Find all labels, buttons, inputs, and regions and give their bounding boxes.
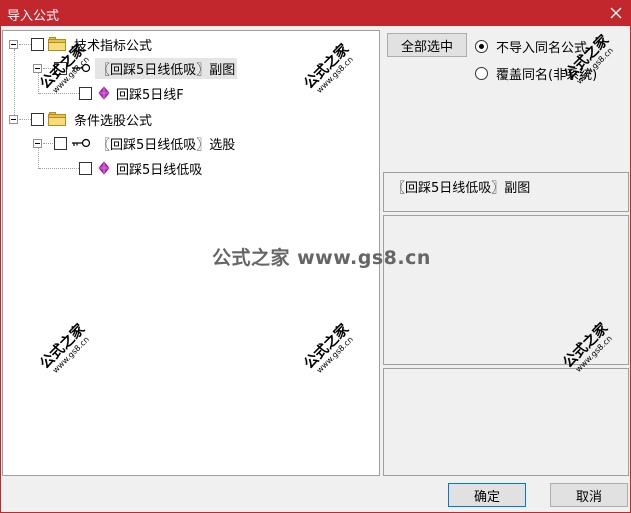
watermark: 公式之家 www.gs8.cn [301,321,355,375]
expander-icon[interactable] [33,138,42,148]
cancel-button[interactable]: 取消 [550,483,628,507]
key-icon [72,138,91,148]
expander-icon[interactable] [9,114,18,124]
node-checkbox[interactable] [31,112,44,126]
tree-node-formula-f[interactable]: 回踩5日线F [79,83,186,103]
scrollbar[interactable] [610,369,628,475]
formula-tree[interactable]: 技术指标公式 〖回踩5日线低吸〗副图 回踩5日线F 条件选股公式 〖回踩5日线低… [2,30,380,476]
radio-indicator[interactable] [475,67,488,80]
scrollbar[interactable] [610,216,628,364]
radio-no-import[interactable]: 不导入同名公式 [475,37,587,56]
tree-node-subchart[interactable]: 〖回踩5日线低吸〗副图 [33,57,238,79]
gem-icon [98,86,110,100]
expander-icon[interactable] [33,63,42,73]
tree-node-label: 回踩5日线低吸 [116,162,203,178]
window-title: 导入公式 [7,9,60,24]
title-bar: 导入公式 [0,0,631,26]
key-icon [72,63,91,73]
gem-icon [98,161,110,175]
tree-node-label: 条件选股公式 [74,113,153,129]
formula-preview-area[interactable] [383,215,629,365]
folder-icon [48,37,66,51]
tree-node-conditional[interactable]: 条件选股公式 [9,109,154,129]
watermark: 公式之家 www.gs8.cn [37,321,91,375]
tree-node-label: 回踩5日线F [116,87,184,103]
tree-node-formula-low[interactable]: 回踩5日线低吸 [79,158,204,178]
tree-node-label: 〖回踩5日线低吸〗选股 [97,137,236,153]
node-checkbox[interactable] [79,161,92,175]
expander-icon[interactable] [9,39,18,49]
close-icon [610,7,622,19]
formula-description-area[interactable] [383,368,629,476]
node-checkbox[interactable] [31,37,44,51]
node-checkbox[interactable] [79,86,92,100]
node-checkbox[interactable] [54,136,67,150]
tree-node-label: 技术指标公式 [74,38,153,54]
tree-node-stock-picker[interactable]: 〖回踩5日线低吸〗选股 [33,133,237,153]
close-button[interactable] [605,2,627,24]
radio-label: 覆盖同名(非系统) [496,68,598,83]
tree-node-technical[interactable]: 技术指标公式 [9,34,154,54]
ok-button[interactable]: 确定 [448,483,526,507]
radio-label: 不导入同名公式 [496,41,588,56]
formula-preview-title: 〖回踩5日线低吸〗副图 [383,172,629,212]
radio-overwrite[interactable]: 覆盖同名(非系统) [475,64,597,83]
tree-node-label: 〖回踩5日线低吸〗副图 [95,57,238,79]
select-all-button[interactable]: 全部选中 [387,33,467,57]
watermark: 公式之家 www.gs8.cn [301,41,355,95]
radio-indicator[interactable] [475,40,488,53]
folder-icon [48,112,66,126]
preview-title: 〖回踩5日线低吸〗副图 [392,181,531,196]
node-checkbox[interactable] [54,61,67,75]
